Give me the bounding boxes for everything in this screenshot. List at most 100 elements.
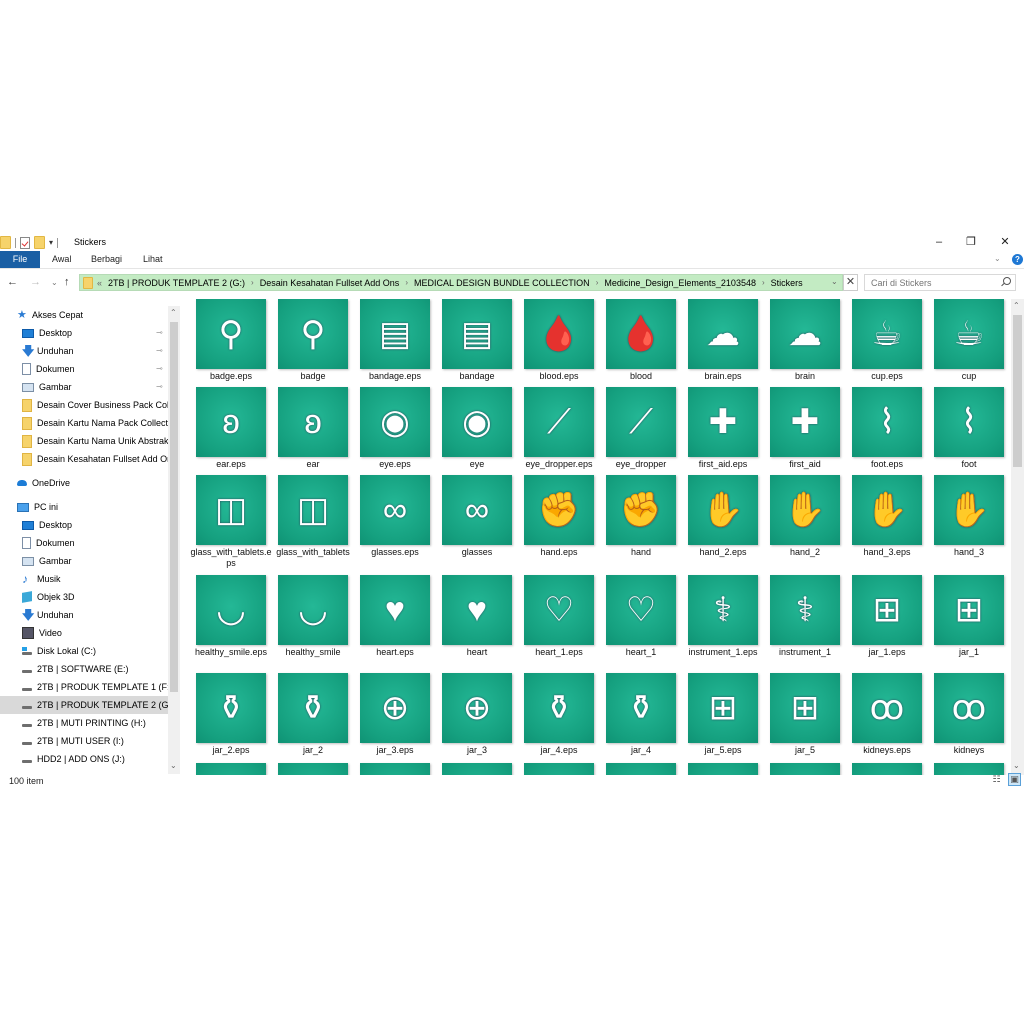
- minimize-button[interactable]: –: [924, 234, 954, 250]
- breadcrumb-separator[interactable]: ›: [762, 278, 765, 287]
- scroll-up-icon[interactable]: ⌃: [1013, 301, 1020, 310]
- sidebar-item[interactable]: Desktop: [0, 516, 168, 534]
- sidebar-item[interactable]: 2TB | MUTI PRINTING (H:): [0, 714, 168, 732]
- file-list-scrollbar[interactable]: ⌃ ⌄: [1011, 299, 1024, 775]
- drive-icon: [22, 724, 32, 727]
- sidebar-item[interactable]: Gambar: [0, 552, 168, 570]
- scroll-down-icon[interactable]: ⌄: [1013, 761, 1020, 770]
- sticker-thumbnail: ☁: [688, 299, 758, 369]
- breadcrumb-separator[interactable]: ›: [251, 278, 254, 287]
- sticker-thumbnail: ⚲: [196, 299, 266, 369]
- sticker-thumbnail: [196, 763, 266, 775]
- scroll-down-icon[interactable]: ⌄: [170, 761, 177, 770]
- file-name: bandage: [459, 371, 495, 381]
- tab-awal[interactable]: Awal: [52, 251, 71, 268]
- new-folder-icon[interactable]: [34, 236, 45, 249]
- sticker-icon: ✊: [619, 491, 663, 529]
- sidebar-item[interactable]: ♪ Musik: [0, 570, 168, 588]
- sidebar-item[interactable]: Disk Lokal (C:): [0, 642, 168, 660]
- folder-icon: [22, 434, 32, 448]
- tab-berbagi[interactable]: Berbagi: [91, 251, 122, 268]
- breadcrumb-item[interactable]: Desain Kesahatan Fullset Add Ons: [260, 278, 400, 288]
- sidebar-item[interactable]: 2TB | SOFTWARE (E:): [0, 660, 168, 678]
- scrollbar-thumb[interactable]: [1013, 315, 1022, 467]
- sticker-thumbnail: [442, 763, 512, 775]
- sidebar-item[interactable]: 2TB | PRODUK TEMPLATE 1 (F:): [0, 678, 168, 696]
- sidebar-item[interactable]: Objek 3D: [0, 588, 168, 606]
- sticker-thumbnail: ▤: [360, 299, 430, 369]
- expand-ribbon-icon[interactable]: ⌄: [994, 254, 1001, 263]
- sidebar-item[interactable]: 🡇 Unduhan: [0, 606, 168, 624]
- file-name: eye.eps: [379, 459, 411, 469]
- sidebar-item[interactable]: Dokumen: [0, 534, 168, 552]
- large-icons-view-button[interactable]: ▣: [1008, 773, 1021, 786]
- file-name: blood.eps: [539, 371, 579, 381]
- sidebar-item[interactable]: Desain Kartu Nama Pack Collection: [0, 414, 168, 432]
- local-disk-icon: [22, 647, 32, 655]
- up-button[interactable]: ↑: [64, 275, 70, 289]
- sticker-icon: ʚ: [304, 403, 322, 441]
- tab-file[interactable]: File: [0, 251, 40, 268]
- sticker-icon: ⚲: [218, 315, 244, 353]
- sticker-icon: ✚: [708, 403, 738, 441]
- sidebar-item[interactable]: ★ Akses Cepat: [0, 306, 168, 324]
- breadcrumb-item[interactable]: Stickers: [771, 278, 803, 288]
- sidebar-item[interactable]: 2TB | MUTI USER (I:): [0, 732, 168, 750]
- pin-icon: ⊸: [156, 328, 163, 337]
- breadcrumb-separator[interactable]: ›: [405, 278, 408, 287]
- forward-button[interactable]: →: [30, 275, 41, 289]
- sidebar-item[interactable]: HDD2 | ADD ONS (J:): [0, 750, 168, 768]
- clear-address-button[interactable]: ✕: [843, 274, 858, 291]
- file-name: brain.eps: [704, 371, 742, 381]
- sticker-thumbnail: ✋: [688, 475, 758, 545]
- search-icon[interactable]: [1003, 277, 1011, 285]
- customize-toolbar-icon[interactable]: ▾: [49, 238, 53, 247]
- scroll-up-icon[interactable]: ⌃: [170, 308, 177, 317]
- maximize-button[interactable]: ❐: [956, 234, 986, 250]
- address-bar[interactable]: « 2TB | PRODUK TEMPLATE 2 (G:) › Desain …: [79, 274, 843, 291]
- recent-locations-button[interactable]: ⌄: [51, 276, 58, 290]
- sidebar-item[interactable]: Desktop: [0, 324, 168, 342]
- sidebar-item[interactable]: Desain Cover Business Pack Collection: [0, 396, 168, 414]
- back-button[interactable]: ←: [7, 275, 18, 289]
- sidebar-item[interactable]: Desain Kesahatan Fullset Add Ons: [0, 450, 168, 468]
- sticker-icon: ⚱: [216, 689, 246, 727]
- search-box[interactable]: [864, 274, 1016, 291]
- details-view-button[interactable]: ☷: [990, 773, 1003, 786]
- sidebar-item[interactable]: Dokumen: [0, 360, 168, 378]
- file-name: healthy_smile: [285, 647, 341, 657]
- properties-icon[interactable]: [20, 236, 30, 249]
- file-name: jar_3: [466, 745, 487, 755]
- sidebar-item[interactable]: 🡇 Unduhan: [0, 342, 168, 360]
- sticker-icon: ✋: [783, 491, 827, 529]
- address-history-dropdown[interactable]: ⌄: [831, 277, 838, 286]
- sticker-thumbnail: ♥: [442, 575, 512, 645]
- sticker-thumbnail: ◡: [196, 575, 266, 645]
- breadcrumb-item[interactable]: MEDICAL DESIGN BUNDLE COLLECTION: [414, 278, 590, 288]
- breadcrumb-item[interactable]: Medicine_Design_Elements_2103548: [604, 278, 756, 288]
- breadcrumb-item[interactable]: 2TB | PRODUK TEMPLATE 2 (G:): [108, 278, 245, 288]
- breadcrumb-separator[interactable]: ›: [596, 278, 599, 287]
- sidebar-item[interactable]: PC ini: [0, 498, 168, 516]
- sidebar-item[interactable]: Gambar: [0, 378, 168, 396]
- file-explorer-window: ▾ Stickers – ❐ ✕ File Awal Berbagi Lihat…: [0, 233, 1024, 793]
- help-icon[interactable]: ?: [1012, 254, 1023, 265]
- sticker-thumbnail: [360, 763, 430, 775]
- sticker-thumbnail: ☕: [852, 299, 922, 369]
- sticker-icon: ⊞: [954, 591, 984, 629]
- search-input[interactable]: [865, 275, 996, 290]
- sidebar-item[interactable]: Video: [0, 624, 168, 642]
- sticker-thumbnail: ⌇: [934, 387, 1004, 457]
- sidebar-item-label: Video: [39, 628, 62, 638]
- navigation-bar: ← → ⌄ ↑ « 2TB | PRODUK TEMPLATE 2 (G:) ›…: [0, 271, 1024, 293]
- navigation-pane-scrollbar[interactable]: ⌃ ⌄: [168, 306, 180, 774]
- sidebar-item[interactable]: OneDrive: [0, 474, 168, 492]
- sidebar-item[interactable]: 2TB | PRODUK TEMPLATE 2 (G:): [0, 696, 168, 714]
- tab-lihat[interactable]: Lihat: [143, 251, 163, 268]
- sidebar-item[interactable]: Desain Kartu Nama Unik Abstrak: [0, 432, 168, 450]
- file-name: jar_5: [794, 745, 815, 755]
- sticker-icon: ▤: [460, 315, 494, 353]
- close-button[interactable]: ✕: [990, 234, 1020, 250]
- breadcrumb-overflow[interactable]: «: [97, 278, 102, 288]
- scrollbar-thumb[interactable]: [170, 322, 178, 692]
